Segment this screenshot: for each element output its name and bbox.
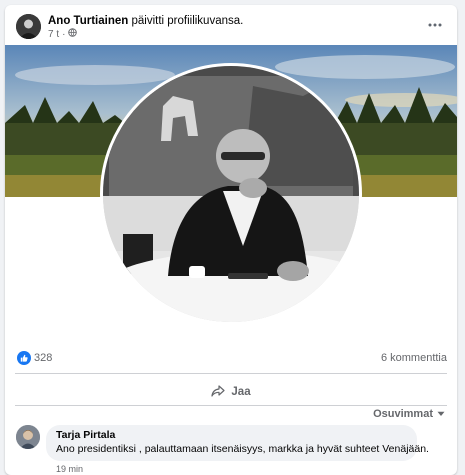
post-stats: 328 6 kommenttia bbox=[5, 350, 457, 370]
author-avatar[interactable] bbox=[16, 14, 41, 39]
author-name[interactable]: Ano Turtiainen bbox=[48, 15, 128, 27]
sort-label: Osuvimmat bbox=[373, 408, 433, 420]
divider bbox=[15, 405, 447, 406]
post-time[interactable]: 7 t bbox=[48, 29, 59, 40]
post-action-text: päivitti profiilikuvansa. bbox=[131, 15, 244, 27]
share-label: Jaa bbox=[231, 386, 251, 398]
comment-author[interactable]: Tarja Pirtala bbox=[56, 429, 407, 442]
comment-sort-dropdown[interactable]: Osuvimmat bbox=[373, 408, 445, 420]
comment-bubble: Tarja Pirtala Ano presidentiksi , palaut… bbox=[46, 425, 429, 461]
post-header: Ano Turtiainen päivitti profiilikuvansa.… bbox=[5, 5, 457, 50]
post-card: Ano Turtiainen päivitti profiilikuvansa.… bbox=[5, 5, 457, 475]
author-line: Ano Turtiainen päivitti profiilikuvansa. bbox=[48, 14, 243, 28]
share-button[interactable]: Jaa bbox=[15, 377, 447, 407]
profile-picture[interactable] bbox=[100, 63, 362, 325]
globe-icon[interactable] bbox=[68, 28, 78, 40]
like-reaction-icon[interactable] bbox=[17, 351, 31, 365]
comment-text: Ano presidentiksi , palauttamaan itsenäi… bbox=[56, 443, 429, 455]
comment-time[interactable]: 19 min bbox=[56, 464, 83, 474]
post-meta: 7 t · bbox=[48, 28, 78, 40]
share-arrow-icon bbox=[211, 384, 226, 400]
more-dots-icon[interactable] bbox=[425, 16, 445, 34]
comments-count[interactable]: 6 kommenttia bbox=[381, 352, 447, 364]
divider bbox=[15, 373, 447, 374]
chevron-down-icon bbox=[437, 408, 445, 420]
reactions-count[interactable]: 328 bbox=[34, 352, 52, 364]
commenter-avatar[interactable] bbox=[16, 425, 40, 449]
